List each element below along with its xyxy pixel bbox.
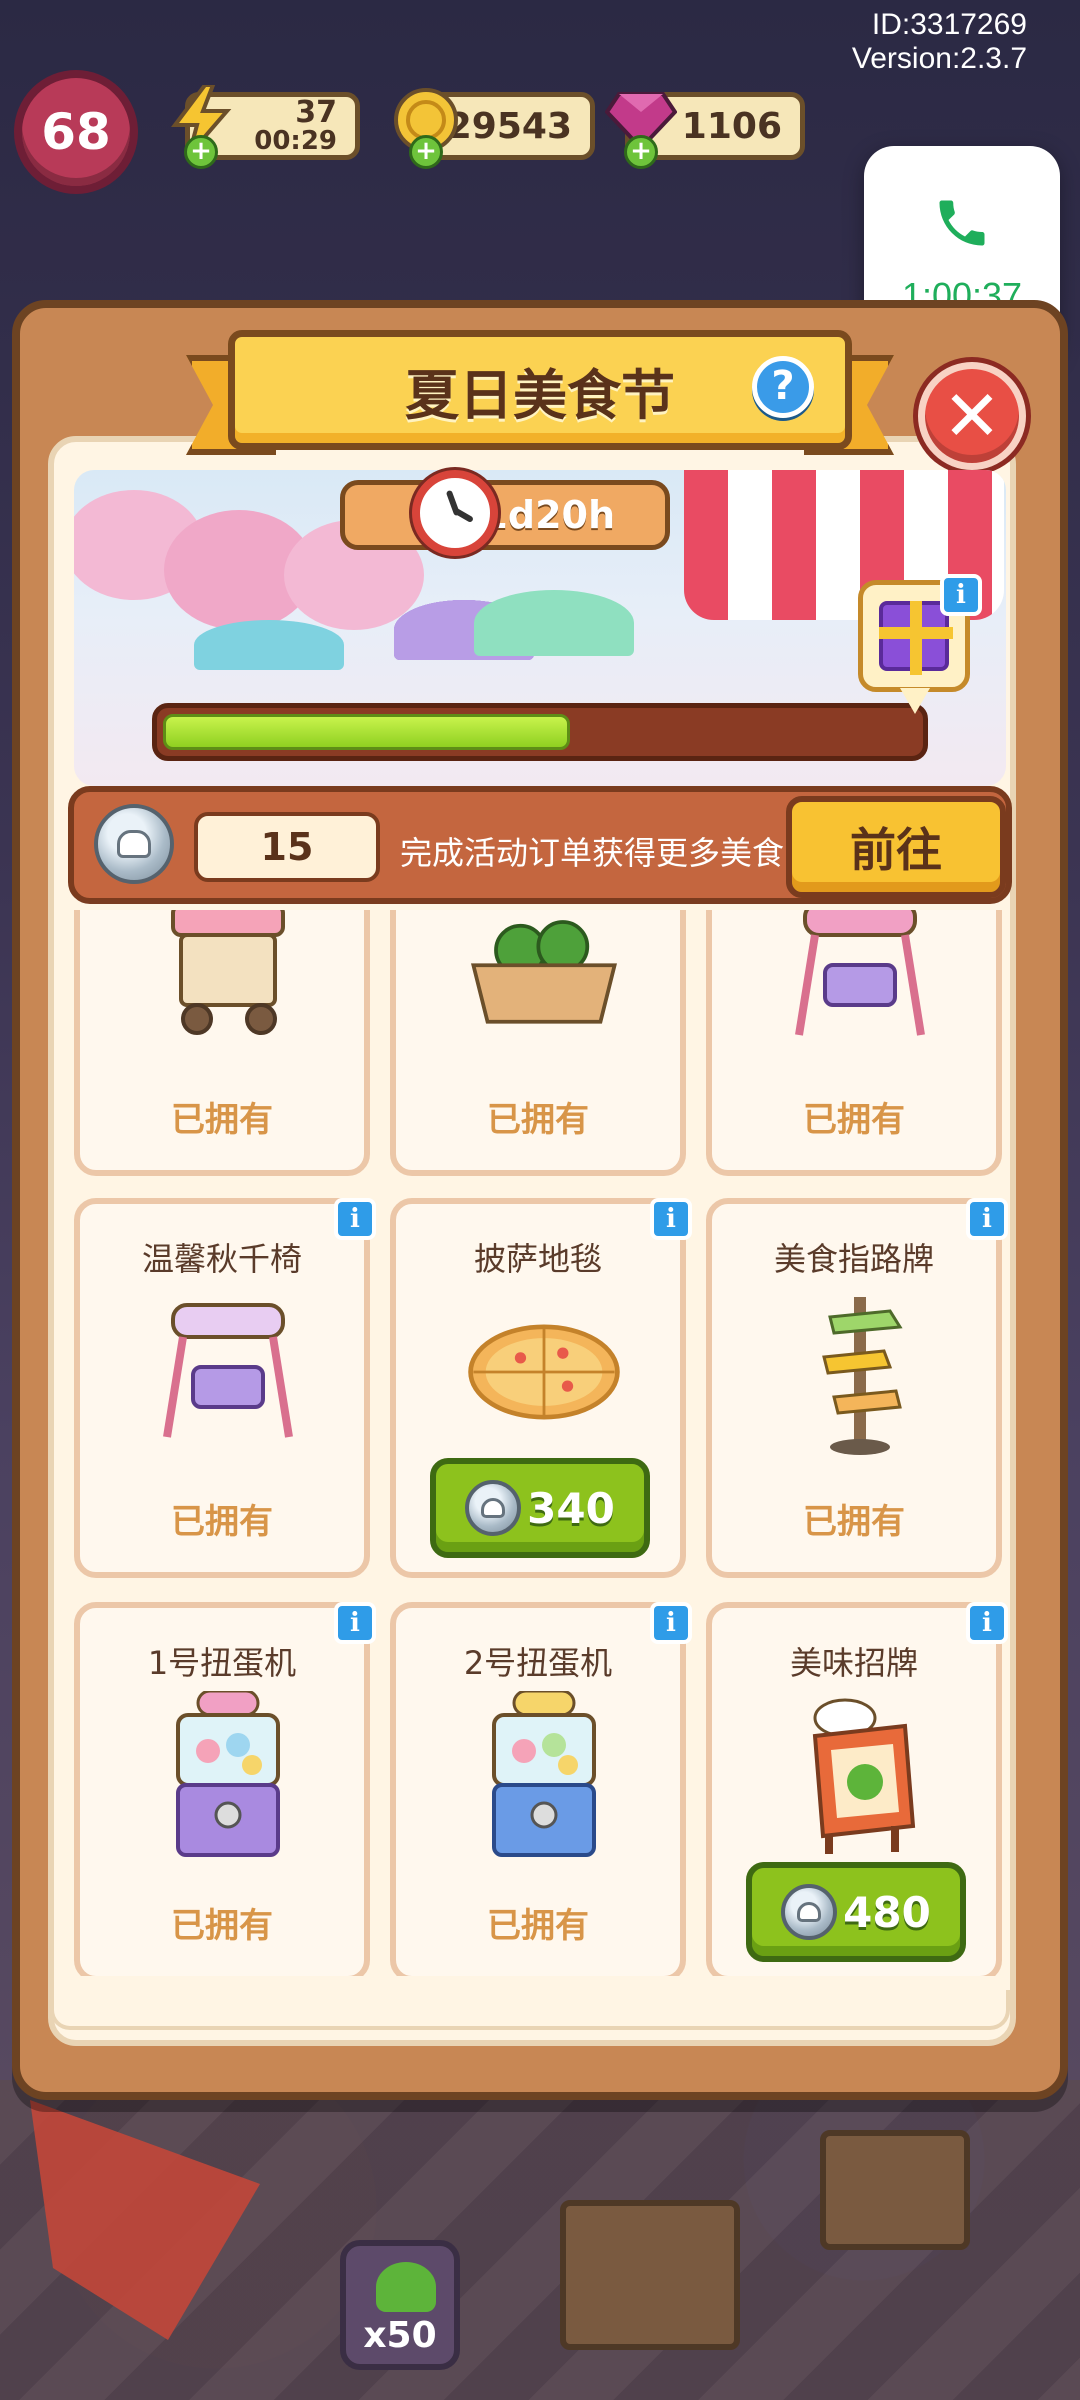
close-icon: ✕ (942, 375, 1002, 457)
owned-label: 已拥有 (487, 1906, 589, 1946)
item-price: 480 (843, 1887, 931, 1937)
gem-counter[interactable]: + 1106 (605, 92, 805, 169)
gem-value: 1106 (681, 105, 782, 147)
shop-item-card[interactable]: i 1号扭蛋机 已拥有 (74, 1602, 376, 1976)
swing-chair-icon (780, 910, 940, 1050)
owned-label: 已拥有 (171, 1100, 273, 1140)
food-coin-value: 15 (260, 825, 314, 869)
shop-item-card[interactable]: 已拥有 (706, 910, 1002, 1176)
player-level: 68 (41, 103, 111, 161)
owned-label: 已拥有 (803, 1502, 905, 1542)
gift-icon (879, 601, 953, 675)
shop-item-card[interactable]: i 美食指路牌 已拥有 (706, 1198, 1008, 1578)
food-coin-icon (781, 1884, 838, 1940)
app-version: Version:2.3.7 (851, 42, 1027, 75)
energy-timer: 00:29 (254, 126, 337, 156)
shop-item-card[interactable]: i 2号扭蛋机 已拥有 (390, 1602, 692, 1976)
shop-item-card[interactable]: i 美味招牌 480 (706, 1602, 1008, 1976)
buy-button[interactable]: 340 (430, 1458, 650, 1558)
event-progress-fill (163, 714, 570, 750)
phone-icon (939, 200, 985, 246)
owned-label: 已拥有 (803, 1100, 905, 1140)
item-name: 1号扭蛋机 (147, 1644, 297, 1682)
umbrella-decoration (194, 620, 344, 670)
event-currency-bar: 15 完成活动订单获得更多美食币 前往 (68, 786, 1012, 904)
item-name: 披萨地毯 (473, 1240, 602, 1278)
shop-item-card[interactable]: i 温馨秋千椅 已拥有 (74, 1198, 376, 1578)
crate-decoration (820, 2130, 970, 2250)
umbrella-decoration (474, 590, 634, 656)
food-cart-icon (148, 910, 308, 1050)
player-level-badge[interactable]: 68 (14, 70, 138, 194)
shop-item-card[interactable]: i 披萨地毯 340 (390, 1198, 692, 1578)
signboard-icon (780, 1696, 940, 1856)
food-coin-icon (94, 804, 174, 884)
energy-counter[interactable]: + 37 00:29 (171, 85, 360, 169)
owned-label: 已拥有 (487, 1100, 589, 1140)
buy-button[interactable]: 480 (746, 1862, 966, 1962)
coin-value: 29543 (446, 105, 572, 147)
currency-hint-text: 完成活动订单获得更多美食币 (400, 834, 817, 872)
panel-footer (50, 1990, 1010, 2030)
player-id: ID:3317269 (871, 8, 1027, 41)
clover-icon (376, 2262, 436, 2312)
reward-info-icon[interactable]: i (940, 574, 982, 616)
panel-title: 夏日美食节 (405, 363, 675, 427)
go-button[interactable]: 前往 (786, 796, 1006, 898)
item-name: 美味招牌 (789, 1644, 918, 1682)
crate-decoration (560, 2200, 740, 2350)
food-coin-icon (465, 1480, 522, 1536)
watermelon-crate-icon (464, 910, 624, 1050)
event-timer: 11d20h (340, 480, 670, 550)
signpost-icon (780, 1292, 940, 1455)
close-button[interactable]: ✕ (918, 362, 1026, 470)
shop-item-card[interactable]: 已拥有 (74, 910, 370, 1176)
add-coins-icon[interactable]: + (409, 135, 443, 169)
event-progress-bar (152, 703, 928, 761)
build-info: ID:3317269 Version:2.3.7 (852, 8, 1027, 76)
item-price: 340 (527, 1483, 615, 1533)
add-gems-icon[interactable]: + (624, 135, 658, 169)
item-name: 2号扭蛋机 (463, 1644, 613, 1682)
booster-counter[interactable]: x50 (340, 2240, 460, 2370)
item-name: 温馨秋千椅 (141, 1240, 302, 1278)
shop-item-card[interactable]: 已拥有 (390, 910, 686, 1176)
food-coin-balance: 15 (194, 812, 380, 882)
item-name: 美食指路牌 (773, 1240, 934, 1278)
gacha-machine-blue-icon (464, 1691, 624, 1857)
owned-label: 已拥有 (171, 1502, 273, 1542)
owned-label: 已拥有 (171, 1906, 273, 1946)
clock-icon (412, 470, 498, 556)
pizza-rug-icon (464, 1292, 624, 1452)
add-energy-icon[interactable]: + (184, 135, 218, 169)
help-button[interactable]: ? (752, 356, 814, 418)
shop-item-grid: 已拥有 已拥有 已拥有 i 温馨秋千椅 已拥有 i 披萨地毯 340 i 美食指… (68, 910, 1012, 1976)
swing-chair-icon (148, 1292, 308, 1452)
energy-value: 37 (295, 95, 337, 130)
gacha-machine-purple-icon (148, 1691, 308, 1857)
booster-count: x50 (363, 2315, 437, 2356)
coin-counter[interactable]: + 29543 (394, 88, 595, 169)
